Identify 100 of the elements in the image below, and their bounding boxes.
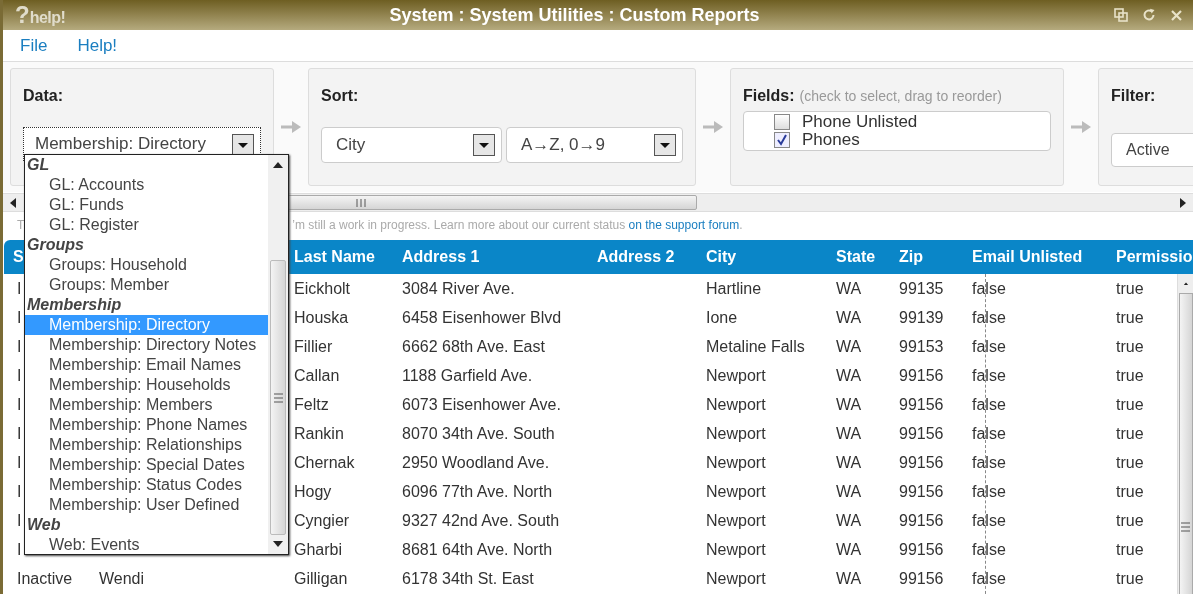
logo-text: help! [29,9,66,27]
table-cell: false [972,424,1006,443]
option-group-label: Membership [26,295,123,315]
table-cell: I [17,482,22,501]
table-cell: Feltz [294,395,329,414]
table-cell: false [972,540,1006,559]
table-cell: false [972,308,1006,327]
table-cell: 9327 42nd Ave. South [402,511,560,530]
table-cell: 99156 [899,395,944,414]
table-cell: I [17,395,22,414]
table-cell: true [1116,337,1144,356]
table-cell: Newport [706,511,766,530]
table-cell: false [972,395,1006,414]
notice-text: ’m still a work in progress. Learn more about our current status on the support forum. [292,218,743,232]
table-cell: WA [836,511,862,530]
logo-mark: ? [15,3,30,27]
table-cell: false [972,366,1006,385]
notice-text: T [17,218,25,232]
table-cell: 2950 Woodland Ave. [402,453,550,472]
table-cell: Newport [706,453,766,472]
table-cell: true [1116,308,1144,327]
table-cell: 99153 [899,337,944,356]
table-cell: false [972,453,1006,472]
table-cell: I [17,308,22,327]
table-cell: WA [836,424,862,443]
table-cell: Inactive [17,569,73,588]
table-cell: false [972,482,1006,501]
table-cell: 6178 34th St. East [402,569,534,588]
table-cell: 99156 [899,424,944,443]
table-cell: Metaline Falls [706,337,805,356]
table-cell: 99139 [899,308,944,327]
table-cell: 99156 [899,453,944,472]
table-cell: WA [836,453,862,472]
table-cell: Hogy [294,482,332,501]
table-cell: true [1116,366,1144,385]
table-cell: true [1116,540,1144,559]
panel-label: Data: [23,87,64,105]
table-cell: I [17,453,22,472]
table-cell: true [1116,279,1144,298]
table-cell: WA [836,337,862,356]
table-cell: 99156 [899,482,944,501]
table-cell: I [17,540,22,559]
table-cell: 6662 68th Ave. East [402,337,545,356]
table-cell: true [1116,395,1144,414]
table-cell: Eickholt [294,279,351,298]
table-cell: WA [836,540,862,559]
table-cell: I [17,279,22,298]
option-group-label: Web [26,515,62,535]
table-cell: Gharbi [294,540,343,559]
table-cell: 99156 [899,366,944,385]
panel-label: Fields: [743,87,795,105]
table-cell: Chernak [294,453,355,472]
table-cell: WA [836,279,862,298]
table-cell: 6096 77th Ave. North [402,482,553,501]
table-cell: 99156 [899,511,944,530]
table-cell: false [972,279,1006,298]
table-cell: Ione [706,308,738,327]
table-cell: I [17,366,22,385]
table-cell: Rankin [294,424,344,443]
option-group-label: Groups [26,235,85,255]
table-cell: Newport [706,395,766,414]
table-cell: Gilligan [294,569,348,588]
panel-label: Sort: [321,87,360,105]
table-cell: WA [836,366,862,385]
table-cell: true [1116,482,1144,501]
table-cell: 6073 Eisenhower Ave. [402,395,561,414]
table-cell: Callan [294,366,340,385]
table-cell: I [17,337,22,356]
window-title: System : System Utilities : Custom Reports [388,4,761,26]
table-cell: Fillier [294,337,333,356]
table-cell: true [1116,569,1144,588]
table-cell: WA [836,395,862,414]
table-cell: 3084 River Ave. [402,279,515,298]
panel-hint: (check to select, drag to reorder) [799,88,1002,104]
table-cell: true [1116,424,1144,443]
table-cell: 6458 Eisenhower Blvd [402,308,562,327]
field-label: Phone Unlisted [802,112,918,132]
table-cell: false [972,511,1006,530]
table-cell: Houska [294,308,349,327]
table-cell: WA [836,482,862,501]
table-cell: 1188 Garfield Ave. [402,366,533,385]
table-cell: false [972,569,1006,588]
table-cell: Newport [706,482,766,501]
table-cell: 99156 [899,540,944,559]
table-cell: true [1116,511,1144,530]
table-cell: WA [836,569,862,588]
table-cell: WA [836,308,862,327]
table-cell: I [17,424,22,443]
table-cell: 99135 [899,279,944,298]
table-cell: 8681 64th Ave. North [402,540,553,559]
table-cell: Newport [706,366,766,385]
table-cell: Cyngier [294,511,350,530]
table-cell: Newport [706,424,766,443]
table-cell: I [17,511,22,530]
panel-label: Filter: [1111,87,1157,105]
table-cell: Wendi [99,569,145,588]
field-label: Phones [802,130,860,150]
table-cell: 99156 [899,569,944,588]
table-cell: Hartline [706,279,762,298]
table-cell: Newport [706,540,766,559]
